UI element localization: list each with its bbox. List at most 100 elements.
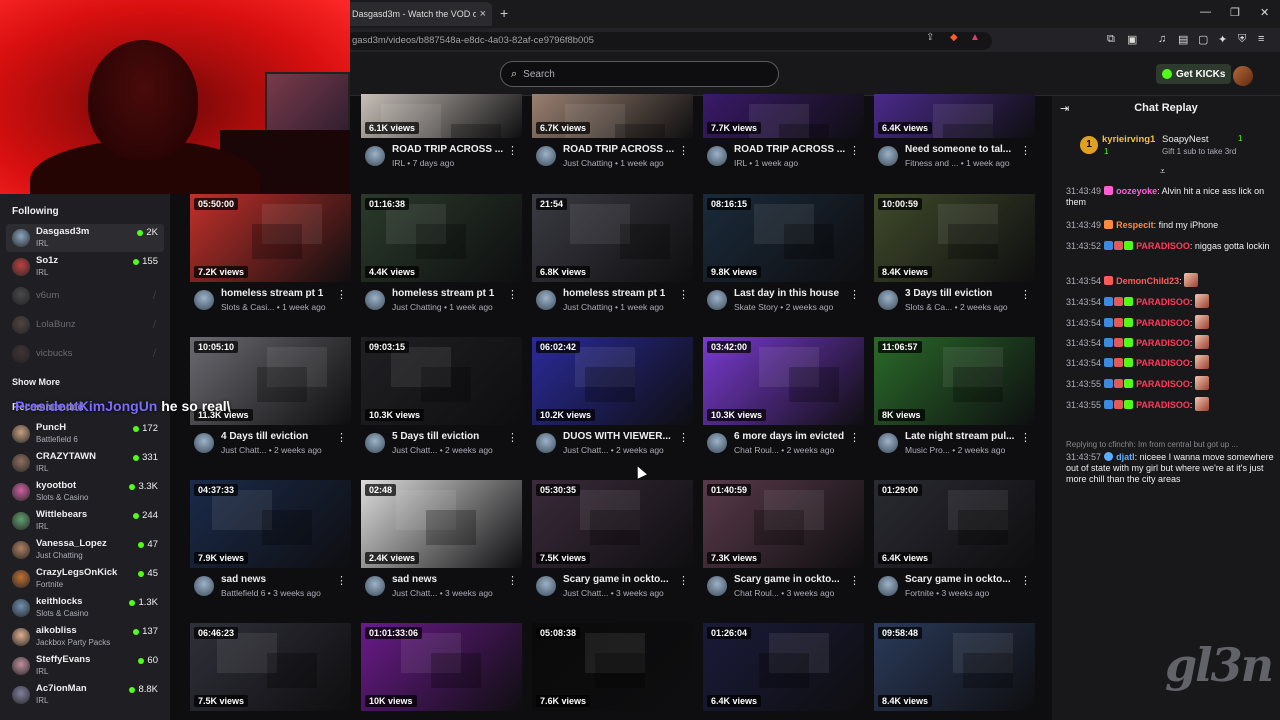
more-options-icon[interactable]: ⋮ — [507, 288, 518, 301]
video-thumbnail[interactable]: 01:26:04 6.4K views — [703, 623, 864, 711]
video-card[interactable]: 21:54 6.8K views homeless stream pt 1 Just … — [532, 194, 693, 324]
url-field[interactable]: gasd3m/videos/b887548a-e8dc-4a03-82af-ce… — [346, 32, 992, 50]
sidebar-channel[interactable]: Vanessa_Lopez Just Chatting 47 — [6, 536, 164, 564]
extensions-icon[interactable]: ⧉ — [1107, 33, 1115, 46]
more-options-icon[interactable]: ⋮ — [678, 144, 689, 157]
browser-tab[interactable]: Dasgasd3m - Watch the VOD on × — [346, 2, 492, 26]
video-card[interactable]: 09:58:48 8.4K views — [874, 623, 1035, 720]
sidebar-channel[interactable]: v6um ⧸ — [6, 282, 164, 310]
more-options-icon[interactable]: ⋮ — [1020, 288, 1031, 301]
video-thumbnail[interactable]: 05:08:38 7.6K views — [532, 623, 693, 711]
video-card[interactable]: 05:30:35 7.5K views Scary game in ockto...… — [532, 480, 693, 610]
leo-icon[interactable]: ✦ — [1218, 33, 1227, 46]
show-more-button[interactable]: Show More — [12, 377, 60, 387]
user-avatar[interactable] — [1233, 66, 1253, 86]
video-thumbnail[interactable]: 21:54 6.8K views — [532, 194, 693, 282]
video-thumbnail[interactable]: 6.7K views — [532, 94, 693, 138]
video-card[interactable]: 06:02:42 10.2K views DUOS WITH VIEWER... Ju… — [532, 337, 693, 467]
leader-username[interactable]: kyrieirving1 — [1102, 134, 1155, 145]
channel-avatar[interactable] — [707, 433, 727, 453]
chat-username[interactable]: PARADISOO — [1136, 358, 1190, 368]
video-title[interactable]: Late night stream pul... — [905, 431, 1020, 442]
video-title[interactable]: homeless stream pt 1 — [392, 288, 507, 299]
video-thumbnail[interactable]: 01:16:38 4.4K views — [361, 194, 522, 282]
video-title[interactable]: sad news — [221, 574, 336, 585]
video-card[interactable]: 6.4K views Need someone to tal... Fitness … — [874, 50, 1035, 180]
channel-avatar[interactable] — [365, 290, 385, 310]
more-options-icon[interactable]: ⋮ — [1020, 431, 1031, 444]
video-thumbnail[interactable]: 08:16:15 9.8K views — [703, 194, 864, 282]
video-card[interactable]: 03:42:00 10.3K views 6 more days im evicte… — [703, 337, 864, 467]
video-thumbnail[interactable]: 6.4K views — [874, 94, 1035, 138]
sidebar-channel[interactable]: keithlocks Slots & Casino 1.3K — [6, 594, 164, 622]
video-thumbnail[interactable]: 10:00:59 8.4K views — [874, 194, 1035, 282]
video-card[interactable]: 01:40:59 7.3K views Scary game in ockto...… — [703, 480, 864, 610]
video-thumbnail[interactable]: 7.7K views — [703, 94, 864, 138]
chat-username[interactable]: PARADISOO — [1136, 338, 1190, 348]
wallet-icon[interactable]: ▣ — [1127, 33, 1137, 46]
channel-avatar[interactable] — [536, 146, 556, 166]
sidebar-icon[interactable]: ▤ — [1178, 33, 1188, 46]
more-options-icon[interactable]: ⋮ — [507, 574, 518, 587]
minimize-icon[interactable]: — — [1200, 6, 1211, 18]
chat-username[interactable]: oozeyoke — [1116, 186, 1157, 196]
channel-avatar[interactable] — [365, 146, 385, 166]
video-title[interactable]: sad news — [392, 574, 507, 585]
wallet2-icon[interactable]: ▢ — [1198, 33, 1208, 46]
sidebar-channel[interactable]: CrazyLegsOnKick Fortnite 45 — [6, 565, 164, 593]
more-options-icon[interactable]: ⋮ — [1020, 144, 1031, 157]
chat-username[interactable]: PARADISOO — [1136, 379, 1190, 389]
channel-avatar[interactable] — [878, 146, 898, 166]
channel-avatar[interactable] — [878, 290, 898, 310]
more-options-icon[interactable]: ⋮ — [849, 144, 860, 157]
video-card[interactable]: 11:06:57 8K views Late night stream pul...… — [874, 337, 1035, 467]
channel-avatar[interactable] — [194, 433, 214, 453]
channel-avatar[interactable] — [194, 576, 214, 596]
video-card[interactable]: 05:50:00 7.2K views homeless stream pt 1 Sl… — [190, 194, 351, 324]
channel-avatar[interactable] — [878, 433, 898, 453]
sidebar-channel[interactable]: So1z IRL 155 — [6, 253, 164, 281]
sidebar-channel[interactable]: kyootbot Slots & Casino 3.3K — [6, 478, 164, 506]
sidebar-channel[interactable]: CRAZYTAWN IRL 331 — [6, 449, 164, 477]
video-card[interactable]: 01:16:38 4.4K views homeless stream pt 1 Ju… — [361, 194, 522, 324]
channel-avatar[interactable] — [536, 290, 556, 310]
more-options-icon[interactable]: ⋮ — [678, 288, 689, 301]
video-title[interactable]: 5 Days till eviction — [392, 431, 507, 442]
video-title[interactable]: 6 more days im evicted — [734, 431, 849, 442]
video-title[interactable]: Scary game in ockto... — [563, 574, 678, 585]
video-thumbnail[interactable]: 01:40:59 7.3K views — [703, 480, 864, 568]
more-options-icon[interactable]: ⋮ — [849, 288, 860, 301]
video-card[interactable]: 05:08:38 7.6K views — [532, 623, 693, 720]
second-username[interactable]: SoapyNest — [1162, 134, 1208, 145]
share-icon[interactable]: ⇪ — [926, 32, 934, 43]
chat-username[interactable]: PARADISOO — [1136, 318, 1190, 328]
video-title[interactable]: Scary game in ockto... — [905, 574, 1020, 585]
sidebar-channel[interactable]: Ac7ionMan IRL 8.8K — [6, 681, 164, 709]
channel-avatar[interactable] — [194, 290, 214, 310]
new-tab-icon[interactable]: + — [500, 5, 508, 21]
more-options-icon[interactable]: ⋮ — [507, 431, 518, 444]
sidebar-channel[interactable]: LolaBunz ⧸ — [6, 311, 164, 339]
video-title[interactable]: homeless stream pt 1 — [221, 288, 336, 299]
video-card[interactable]: 6.1K views ROAD TRIP ACROSS ... IRL • 7 da… — [361, 50, 522, 180]
chat-username[interactable]: DemonChild23 — [1116, 276, 1179, 286]
video-title[interactable]: ROAD TRIP ACROSS ... — [392, 144, 507, 155]
more-options-icon[interactable]: ⋮ — [1020, 574, 1031, 587]
video-card[interactable]: 01:26:04 6.4K views — [703, 623, 864, 720]
video-card[interactable]: 04:37:33 7.9K views sad news Battlefield 6 … — [190, 480, 351, 610]
video-card[interactable]: 01:01:33:06 10K views — [361, 623, 522, 720]
channel-avatar[interactable] — [536, 433, 556, 453]
channel-avatar[interactable] — [365, 576, 385, 596]
channel-avatar[interactable] — [365, 433, 385, 453]
pinned-chevron-icon[interactable]: ⩡ — [1160, 166, 1165, 177]
video-card[interactable]: 6.7K views ROAD TRIP ACROSS ... Just Chatt… — [532, 50, 693, 180]
menu-icon[interactable]: ≡ — [1258, 33, 1264, 45]
channel-avatar[interactable] — [707, 146, 727, 166]
music-icon[interactable]: ♫ — [1158, 33, 1166, 45]
video-thumbnail[interactable]: 03:42:00 10.3K views — [703, 337, 864, 425]
more-options-icon[interactable]: ⋮ — [678, 431, 689, 444]
video-title[interactable]: 3 Days till eviction — [905, 288, 1020, 299]
video-thumbnail[interactable]: 6.1K views — [361, 94, 522, 138]
video-thumbnail[interactable]: 01:01:33:06 10K views — [361, 623, 522, 711]
video-title[interactable]: 4 Days till eviction — [221, 431, 336, 442]
